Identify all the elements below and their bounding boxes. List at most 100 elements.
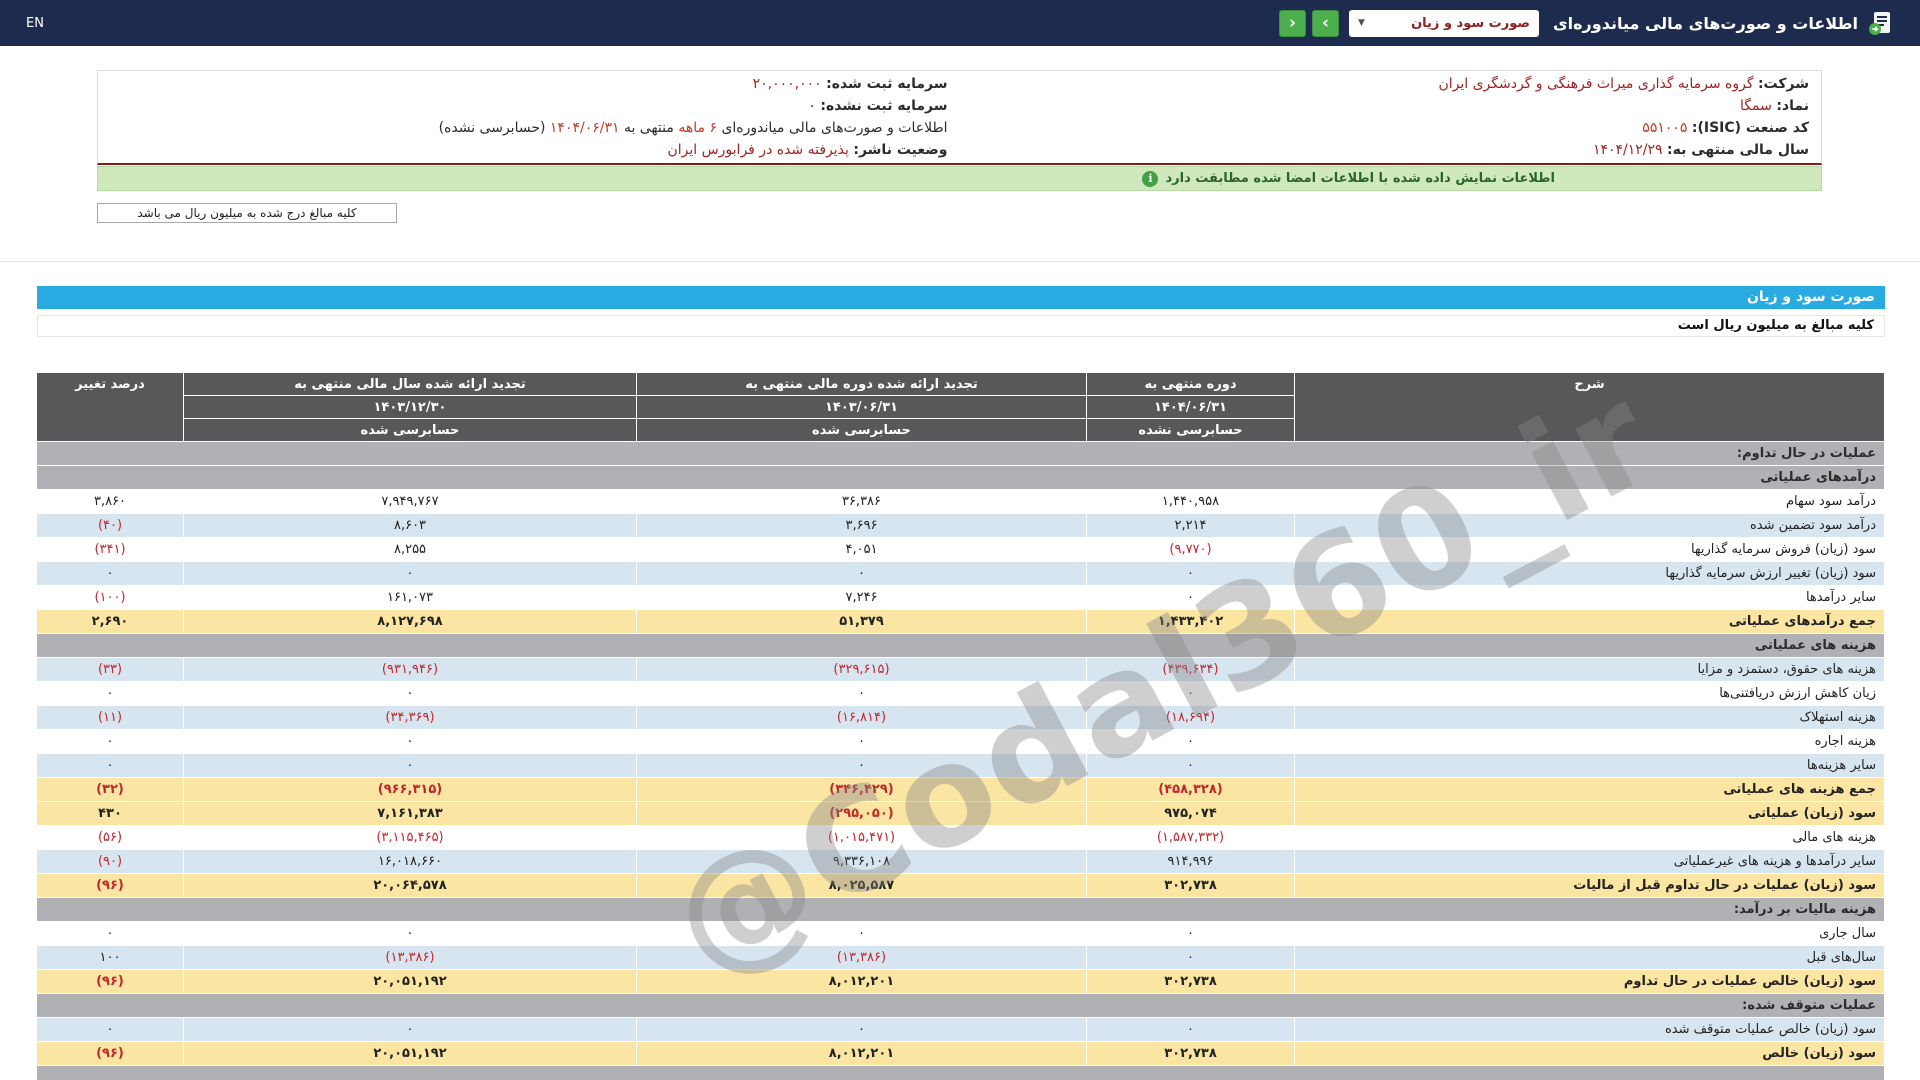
next-report-button[interactable]: › [1311, 9, 1339, 37]
registered-capital-value: ۲۰,۰۰۰,۰۰۰ [752, 76, 822, 92]
row-label: درآمد سود سهام [1294, 489, 1885, 514]
row-label: سود (زیان) عملیات در حال تداوم قبل از ما… [1294, 873, 1885, 898]
section-row: درآمدهای عملیاتی [36, 465, 1885, 490]
row-label: سایر درآمدها [1294, 585, 1885, 610]
report-type-select[interactable]: صورت سود و زیان ▼ [1348, 9, 1539, 37]
unregistered-capital-label: سرمایه ثبت نشده: [820, 98, 948, 114]
value-change-percent: (۹۶) [36, 969, 184, 994]
value-current-period: ۱,۴۴۰,۹۵۸ [1086, 489, 1295, 514]
value-current-period: ۰ [1086, 921, 1295, 946]
value-current-period: ۰ [1086, 585, 1295, 610]
row-label: سایر هزینه‌ها [1294, 753, 1885, 778]
fiscal-year-value: ۱۴۰۴/۱۲/۲۹ [1592, 142, 1663, 158]
previous-report-button[interactable]: ‹ [1278, 9, 1306, 37]
section-row: هزینه های عملیاتی [36, 633, 1885, 658]
row-label: سود (زیان) خالص عملیات در حال تداوم [1294, 969, 1885, 994]
table-row: سایر درآمدها و هزینه های غیرعملیاتی ۹۱۴,۹… [36, 849, 1885, 874]
report-type-select-value: صورت سود و زیان [1411, 15, 1530, 31]
value-current-period: (۱۸,۶۹۴) [1086, 705, 1295, 730]
table-row: سال‌های قبل ۰ (۱۳,۳۸۶) (۱۳,۳۸۶) ۱۰۰ [36, 945, 1885, 970]
value-restated-year: ۰ [183, 729, 637, 754]
value-current-period: ۳۰۲,۷۳۸ [1086, 969, 1295, 994]
table-row: جمع درآمدهای عملیاتی ۱,۴۳۳,۴۰۲ ۵۱,۳۷۹ ۸,۱۲۷… [36, 609, 1885, 634]
value-change-percent: ۴۳۰ [36, 801, 184, 826]
value-restated-period: ۷,۲۴۶ [636, 585, 1087, 610]
interim-label: اطلاعات و صورت‌های مالی میاندوره‌ای [721, 120, 948, 136]
table-row: هزینه اجاره ۰ ۰ ۰ ۰ [36, 729, 1885, 754]
registered-capital-label: سرمایه ثبت شده: [826, 76, 948, 92]
table-row: زیان کاهش ارزش دریافتنی‌ها ۰ ۰ ۰ ۰ [36, 681, 1885, 706]
value-current-period: ۰ [1086, 681, 1295, 706]
value-restated-year: (۳۴,۳۶۹) [183, 705, 637, 730]
header-restated-year-title: تجدید ارائه شده سال مالی منتهی به [183, 372, 637, 396]
value-change-percent: ۰ [36, 561, 184, 586]
value-restated-year: ۱۶۱,۰۷۳ [183, 585, 637, 610]
section-label: درآمدهای عملیاتی [36, 465, 1885, 490]
value-current-period: (۹,۷۷۰) [1086, 537, 1295, 562]
table-row: سود (زیان) خالص عملیات در حال تداوم ۳۰۲,۷… [36, 969, 1885, 994]
income-table-body: عملیات در حال تداوم: درآمدهای عملیاتی درآم… [36, 441, 1885, 1080]
value-restated-year: ۰ [183, 561, 637, 586]
value-change-percent: (۴۰) [36, 513, 184, 538]
isic-value: ۵۵۱۰۰۵ [1642, 120, 1688, 136]
header-change-percent: درصد تغییر [36, 372, 184, 442]
topbar: اطلاعات و صورت‌های مالی میاندوره‌ای صورت… [0, 0, 1920, 46]
notice-text: اطلاعات نمایش داده شده با اطلاعات امضا ش… [1165, 171, 1555, 186]
section-label: هزینه مالیات بر درآمد: [36, 897, 1885, 922]
row-label: سایر درآمدها و هزینه های غیرعملیاتی [1294, 849, 1885, 874]
table-row: سود (زیان) خالص عملیات متوقف شده ۰ ۰ ۰ ۰ [36, 1017, 1885, 1042]
unregistered-capital-row: سرمایه ثبت نشده: ۰ [98, 95, 960, 117]
interim-mid-text: منتهی به [623, 120, 674, 136]
signed-data-notice: اطلاعات نمایش داده شده با اطلاعات امضا ش… [97, 166, 1822, 191]
value-restated-period: ۵۱,۳۷۹ [636, 609, 1087, 634]
company-name-label: شرکت: [1757, 76, 1809, 92]
chevron-down-icon: ▼ [1357, 18, 1365, 28]
table-row: سال جاری ۰ ۰ ۰ ۰ [36, 921, 1885, 946]
value-restated-period: ۸,۰۲۵,۵۸۷ [636, 873, 1087, 898]
value-current-period: ۰ [1086, 753, 1295, 778]
table-row: سود (زیان) عملیاتی ۹۷۵,۰۷۴ (۲۹۵,۰۵۰) ۷,۱۶۱,… [36, 801, 1885, 826]
row-label: هزینه اجاره [1294, 729, 1885, 754]
value-restated-period: (۱,۰۱۵,۴۷۱) [636, 825, 1087, 850]
header-current-period-audit: حسابرسی نشده [1086, 418, 1295, 442]
value-restated-year: ۰ [183, 1017, 637, 1042]
symbol-label: نماد: [1776, 98, 1809, 114]
value-current-period: ۱,۴۳۳,۴۰۲ [1086, 609, 1295, 634]
value-restated-year: ۲۰,۰۶۴,۵۷۸ [183, 873, 637, 898]
section-label: عملیات متوقف شده: [36, 993, 1885, 1018]
table-row: درآمد سود تضمین شده ۲,۲۱۴ ۳,۶۹۶ ۸,۶۰۳ (۴۰) [36, 513, 1885, 538]
value-change-percent: ۰ [36, 921, 184, 946]
row-label: جمع هزینه های عملیاتی [1294, 777, 1885, 802]
value-change-percent: ۳,۸۶۰ [36, 489, 184, 514]
interim-period-value: ۶ ماهه [678, 120, 717, 136]
report-units-note: کلیه مبالغ به میلیون ریال است [37, 315, 1885, 337]
header-restated-year-date: ۱۴۰۳/۱۲/۳۰ [183, 395, 637, 419]
notice-group: اطلاعات نمایش داده شده با اطلاعات امضا ش… [1142, 170, 1555, 187]
value-restated-period: ۰ [636, 753, 1087, 778]
value-restated-period: ۹,۳۳۶,۱۰۸ [636, 849, 1087, 874]
value-change-percent: (۹۶) [36, 1041, 184, 1066]
company-info-right-column: شرکت: گروه سرمایه گذاری میراث فرهنگی و گ… [960, 71, 1822, 163]
value-restated-period: ۳,۶۹۶ [636, 513, 1087, 538]
company-info-panel: شرکت: گروه سرمایه گذاری میراث فرهنگی و گ… [97, 70, 1822, 165]
symbol-value: سمگا [1740, 98, 1772, 114]
row-label: هزینه های مالی [1294, 825, 1885, 850]
section-row: عملیات در حال تداوم: [36, 441, 1885, 466]
value-current-period: ۰ [1086, 561, 1295, 586]
table-header: شرح دوره منتهی به تجدید ارائه شده دوره م… [36, 372, 1885, 442]
value-change-percent: ۱۰۰ [36, 945, 184, 970]
value-restated-year: ۰ [183, 921, 637, 946]
value-current-period: (۴۵۸,۳۲۸) [1086, 777, 1295, 802]
page: اطلاعات و صورت‌های مالی میاندوره‌ای صورت… [0, 0, 1920, 1080]
section-label: هزینه های عملیاتی [36, 633, 1885, 658]
registered-capital-row: سرمایه ثبت شده: ۲۰,۰۰۰,۰۰۰ [98, 73, 960, 95]
table-row: سایر درآمدها ۰ ۷,۲۴۶ ۱۶۱,۰۷۳ (۱۰۰) [36, 585, 1885, 610]
table-row: هزینه های حقوق، دستمزد و مزایا (۴۳۹,۶۳۴)(… [36, 657, 1885, 682]
language-toggle[interactable]: EN [26, 16, 44, 31]
value-change-percent: (۹۶) [36, 873, 184, 898]
row-label: درآمد سود تضمین شده [1294, 513, 1885, 538]
fiscal-year-row: سال مالی منتهی به: ۱۴۰۴/۱۲/۲۹ [960, 139, 1822, 161]
value-restated-period: ۰ [636, 1017, 1087, 1042]
table-row: سود (زیان) فروش سرمایه گذاریها (۹,۷۷۰) ۴,۰… [36, 537, 1885, 562]
value-current-period: ۳۰۲,۷۳۸ [1086, 873, 1295, 898]
